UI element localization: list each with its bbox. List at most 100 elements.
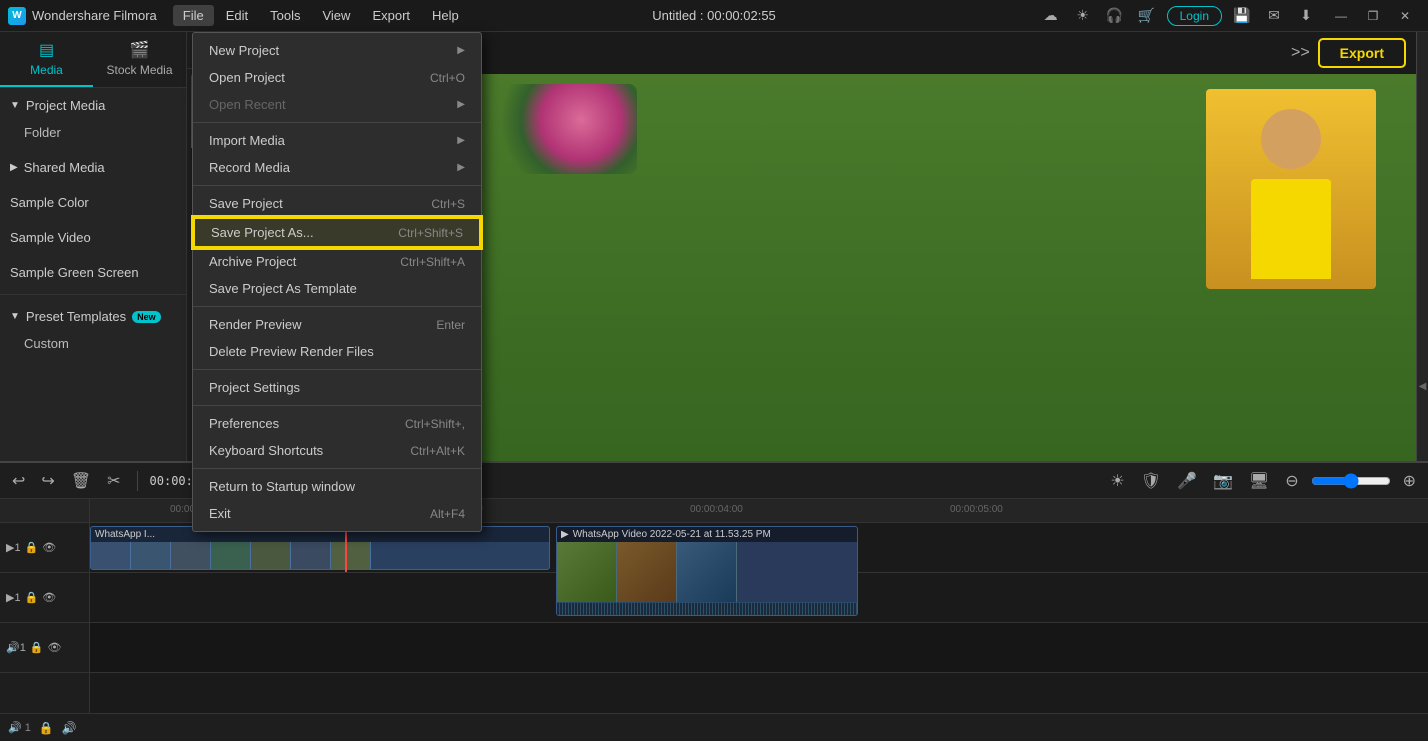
sample-green-screen-header[interactable]: Sample Green Screen (0, 259, 186, 286)
section-sample-color: Sample Color (0, 185, 186, 220)
sun-icon[interactable]: ☀ (1106, 469, 1128, 493)
menu-help[interactable]: Help (422, 5, 469, 26)
monitor-icon[interactable]: 🖥 (1245, 469, 1273, 493)
clip-thumbnails-1 (91, 542, 549, 570)
track-lock-2[interactable]: 🔒 (25, 591, 39, 604)
menu-project-settings[interactable]: Project Settings (193, 374, 481, 401)
track-lock-audio[interactable]: 🔒 (30, 641, 44, 654)
clip-thumb (251, 542, 291, 570)
redo-button[interactable]: ↪ (37, 469, 58, 493)
menu-keyboard-shortcuts[interactable]: Keyboard Shortcuts Ctrl+Alt+K (193, 437, 481, 464)
video-clip-1[interactable]: WhatsApp I... (90, 526, 550, 570)
export-button[interactable]: Export (1318, 38, 1406, 68)
delete-button[interactable]: 🗑 (67, 469, 95, 493)
title-bar: W Wondershare Filmora File Edit Tools Vi… (0, 0, 1428, 32)
file-dropdown-menu: New Project ▶ Open Project Ctrl+O Open R… (192, 32, 482, 532)
audio-mute-icon[interactable]: 🔊 (62, 721, 77, 735)
tab-stock-media[interactable]: 🎬 Stock Media (93, 32, 186, 87)
menu-save-project[interactable]: Save Project Ctrl+S (193, 190, 481, 217)
track-eye-1[interactable]: 👁 (42, 541, 56, 554)
menu-archive-project[interactable]: Archive Project Ctrl+Shift+A (193, 248, 481, 275)
menu-edit[interactable]: Edit (216, 5, 258, 26)
media-tab-icon: ▤ (39, 40, 54, 60)
menu-record-media[interactable]: Record Media ▶ (193, 154, 481, 181)
cloud-icon[interactable]: ☁ (1039, 4, 1063, 28)
app-logo: W (8, 7, 26, 25)
menu-preferences[interactable]: Preferences Ctrl+Shift+, (193, 410, 481, 437)
shared-media-header[interactable]: ▶ Shared Media (0, 154, 186, 181)
ruler-mark-3: 00:00:05:00 (950, 504, 1003, 515)
close-button[interactable]: ✕ (1390, 4, 1420, 28)
menu-return-startup[interactable]: Return to Startup window (193, 473, 481, 500)
sample-green-screen-label: Sample Green Screen (10, 265, 139, 280)
cut-button[interactable]: ✂ (103, 469, 124, 493)
undo-button[interactable]: ↩ (8, 469, 29, 493)
menu-view[interactable]: View (312, 5, 360, 26)
menu-render-preview[interactable]: Render Preview Enter (193, 311, 481, 338)
zoom-in-icon[interactable]: ⊕ (1399, 469, 1420, 493)
zoom-slider[interactable] (1311, 473, 1391, 489)
shield-icon[interactable]: 🛡 (1137, 469, 1165, 493)
panel-expand-icon[interactable]: >> (1291, 44, 1310, 62)
audio-lock-icon[interactable]: 🔒 (39, 721, 54, 735)
mail-icon[interactable]: ✉ (1262, 4, 1286, 28)
arrow-icon-4: ▶ (457, 162, 465, 173)
preset-templates-header[interactable]: ▼ Preset Templates New (0, 303, 186, 330)
menu-section-5: Project Settings (193, 370, 481, 406)
mic-icon[interactable]: 🎤 (1173, 469, 1201, 493)
title-bar-right: ☁ ☀ 🎧 🛒 Login 💾 ✉ ⬇ — ❐ ✕ (1039, 4, 1420, 28)
maximize-button[interactable]: ❐ (1358, 4, 1388, 28)
track-headers: ▶1 🔒 👁 ▶1 🔒 👁 🔊1 🔒 👁 (0, 499, 90, 713)
media-tab-label: Media (30, 63, 63, 77)
cart-icon[interactable]: 🛒 (1135, 4, 1159, 28)
brightness-icon[interactable]: ☀ (1071, 4, 1095, 28)
zoom-out-icon[interactable]: ⊖ (1281, 469, 1302, 493)
track-lock-1[interactable]: 🔒 (25, 541, 39, 554)
sample-color-header[interactable]: Sample Color (0, 189, 186, 216)
menu-open-recent[interactable]: Open Recent ▶ (193, 91, 481, 118)
menu-delete-render-files[interactable]: Delete Preview Render Files (193, 338, 481, 365)
download-icon[interactable]: ⬇ (1294, 4, 1318, 28)
track-header-2: ▶1 🔒 👁 (0, 573, 89, 623)
arrow-icon-2: ▶ (457, 99, 465, 110)
toolbar-divider (137, 471, 138, 491)
sidebar-tabs: ▤ Media 🎬 Stock Media (0, 32, 186, 88)
chevron-right-icon: ▶ (10, 162, 18, 173)
project-media-header[interactable]: ▼ Project Media (0, 92, 186, 119)
menu-file[interactable]: File (173, 5, 214, 26)
menu-open-project[interactable]: Open Project Ctrl+O (193, 64, 481, 91)
login-button[interactable]: Login (1167, 6, 1222, 26)
headphone-icon[interactable]: 🎧 (1103, 4, 1127, 28)
save-icon[interactable]: 💾 (1230, 4, 1254, 28)
preset-templates-label: Preset Templates (26, 309, 126, 324)
track-eye-audio[interactable]: 👁 (48, 641, 62, 654)
preview-toolbar: >> Export (477, 32, 1416, 74)
sidebar-item-folder[interactable]: Folder (0, 119, 186, 146)
menu-export[interactable]: Export (362, 5, 420, 26)
render-shortcut: Enter (436, 318, 465, 332)
prefs-shortcut: Ctrl+Shift+, (405, 417, 465, 431)
menu-save-project-as[interactable]: Save Project As... Ctrl+Shift+S (193, 217, 481, 248)
sample-video-label: Sample Video (10, 230, 91, 245)
video-clip-3[interactable]: ▶ WhatsApp Video 2022-05-21 at 11.53.25 … (556, 526, 858, 616)
sample-video-header[interactable]: Sample Video (0, 224, 186, 251)
app-name: Wondershare Filmora (32, 8, 157, 23)
clip-thumb-v2-2 (617, 542, 677, 602)
minimize-button[interactable]: — (1326, 4, 1356, 28)
sidebar-item-custom[interactable]: Custom (0, 330, 186, 357)
clip-thumb-v2-3 (677, 542, 737, 602)
clip-label-3: ▶ WhatsApp Video 2022-05-21 at 11.53.25 … (557, 527, 857, 542)
clip-thumb (171, 542, 211, 570)
tab-media[interactable]: ▤ Media (0, 32, 93, 87)
arrow-icon-3: ▶ (457, 135, 465, 146)
camera-icon[interactable]: 📷 (1209, 469, 1237, 493)
menu-import-media[interactable]: Import Media ▶ (193, 127, 481, 154)
menu-tools[interactable]: Tools (260, 5, 310, 26)
stock-media-tab-icon: 🎬 (130, 40, 150, 60)
menu-save-as-template[interactable]: Save Project As Template (193, 275, 481, 302)
menu-new-project[interactable]: New Project ▶ (193, 37, 481, 64)
section-shared-media: ▶ Shared Media (0, 150, 186, 185)
menu-exit[interactable]: Exit Alt+F4 (193, 500, 481, 527)
track-eye-2[interactable]: 👁 (42, 591, 56, 604)
save-project-shortcut: Ctrl+S (431, 197, 465, 211)
